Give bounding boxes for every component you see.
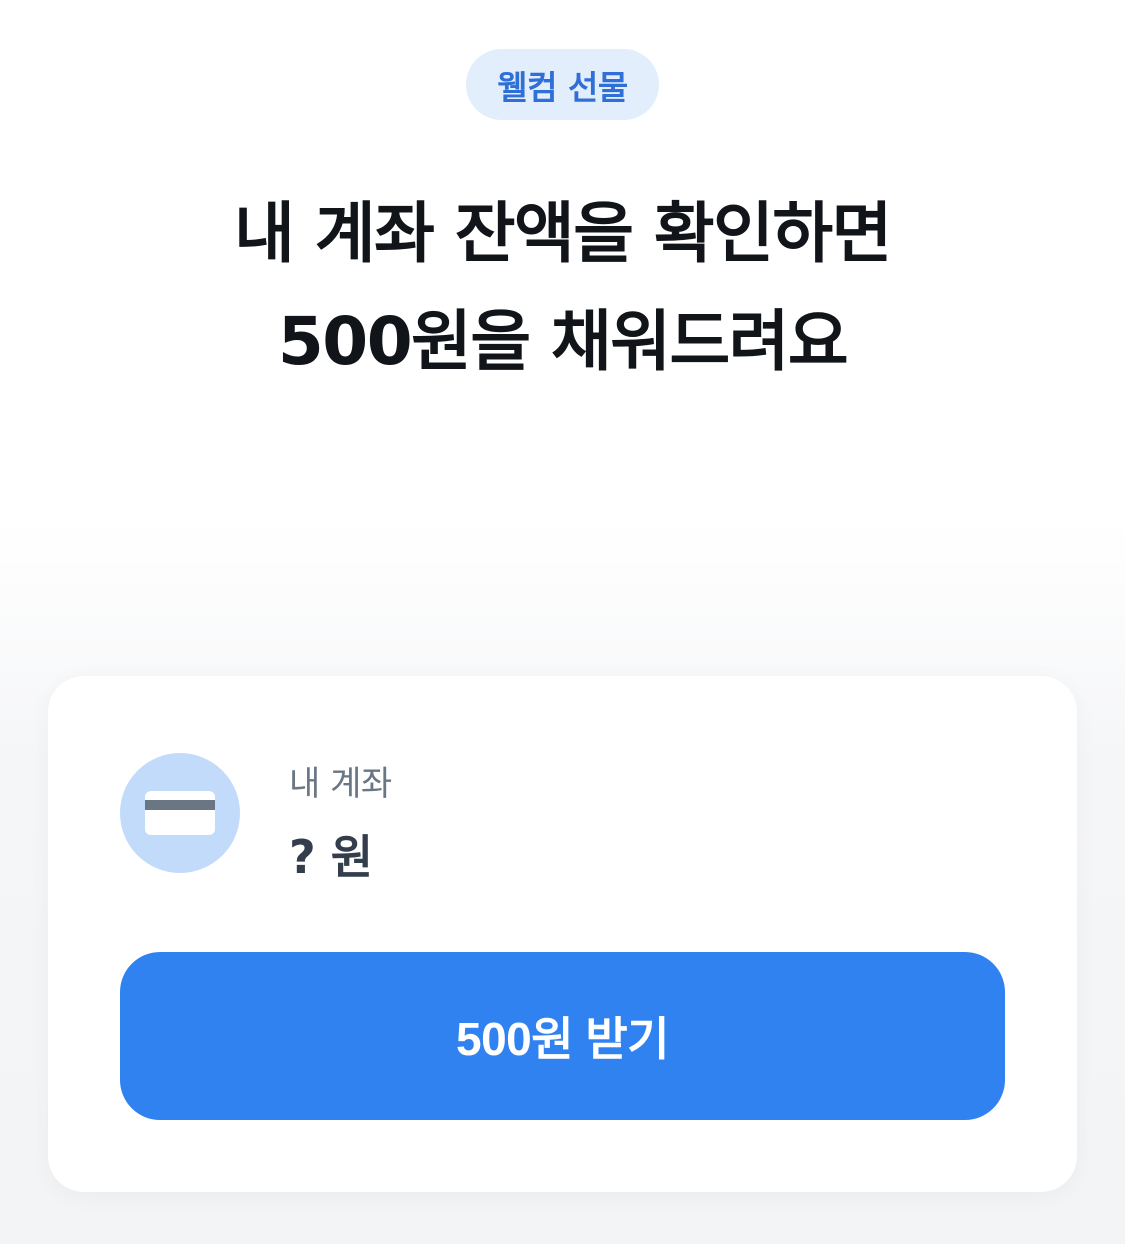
page-title-line-1: 내 계좌 잔액을 확인하면: [234, 195, 892, 272]
welcome-gift-badge: 웰컴 선물: [466, 49, 659, 120]
account-balance: ? 원: [289, 830, 373, 884]
account-label: 내 계좌: [289, 764, 392, 804]
page-title: 내 계좌 잔액을 확인하면 500원을 채워드려요: [0, 180, 1125, 396]
claim-500-won-button[interactable]: 500원 받기: [120, 952, 1005, 1120]
account-card: 내 계좌 ? 원 500원 받기: [48, 676, 1077, 1192]
page-title-line-2: 500원을 채워드려요: [277, 303, 849, 380]
card-icon: [120, 753, 240, 873]
